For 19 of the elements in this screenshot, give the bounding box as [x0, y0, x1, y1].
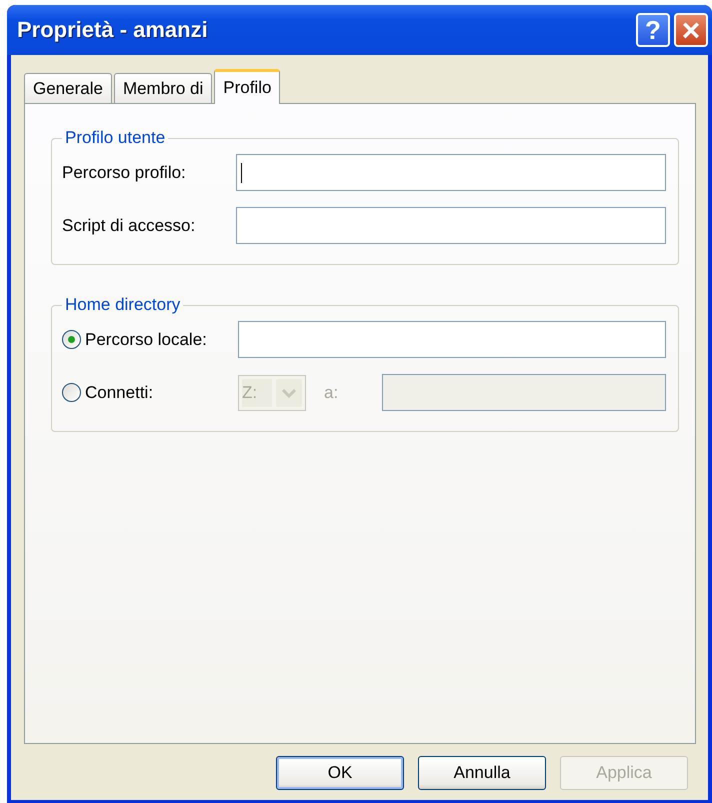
tab[interactable]: Profilo — [214, 69, 280, 104]
tab[interactable]: Membro di — [114, 73, 212, 103]
dialog-button[interactable]: OK — [276, 756, 404, 790]
field-label: Script di accesso: — [62, 216, 196, 236]
field-label: Percorso profilo: — [62, 162, 187, 182]
window-title: Proprietà - amanzi — [17, 17, 209, 43]
close-button[interactable]: × — [674, 13, 708, 47]
group-title: Profilo utente — [64, 128, 166, 148]
input-field[interactable] — [238, 321, 666, 358]
radio-option[interactable]: Percorso locale: — [62, 330, 238, 350]
radio-icon[interactable] — [62, 330, 81, 349]
input-field[interactable] — [382, 374, 666, 411]
input-field[interactable] — [236, 154, 666, 191]
group-title: Home directory — [64, 295, 182, 315]
tab[interactable]: Generale — [24, 73, 112, 103]
dialog-button[interactable]: Annulla — [418, 756, 546, 790]
help-button[interactable]: ? — [636, 13, 670, 47]
field-label: a: — [323, 382, 340, 402]
input-field[interactable] — [236, 207, 666, 244]
